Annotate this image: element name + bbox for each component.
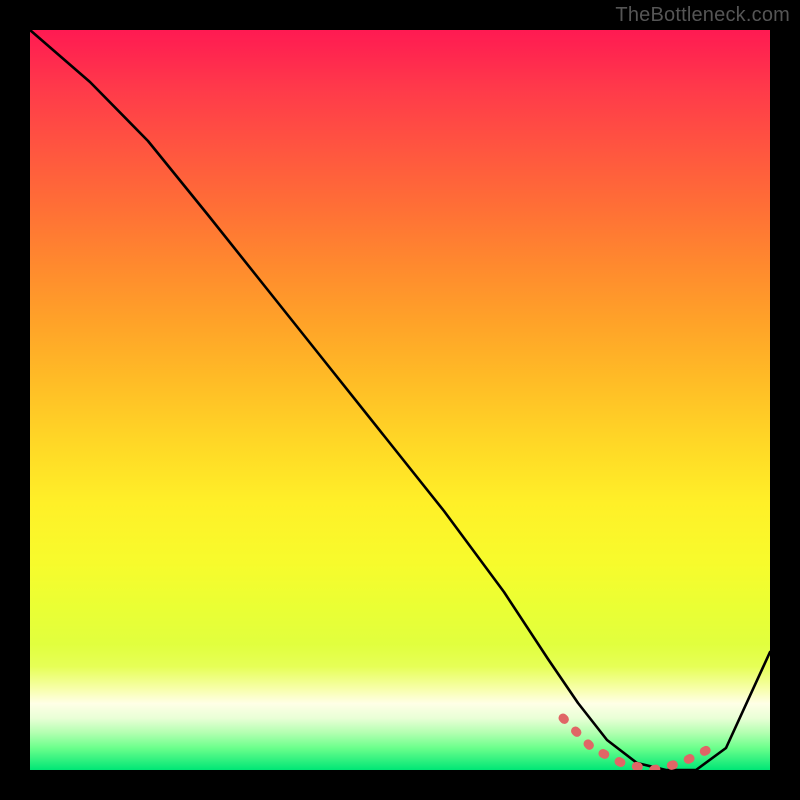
curve-overlay	[30, 30, 770, 770]
bottleneck-curve	[30, 30, 770, 770]
chart-frame: TheBottleneck.com	[0, 0, 800, 800]
watermark-text: TheBottleneck.com	[615, 4, 790, 27]
gradient-plot-area	[30, 30, 770, 770]
sweet-spot-dots	[563, 718, 711, 770]
